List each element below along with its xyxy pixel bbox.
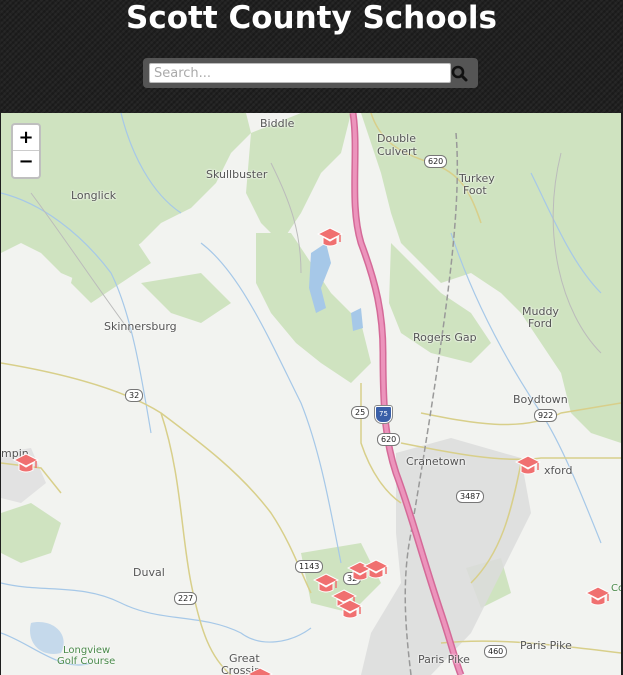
school-marker[interactable] <box>316 227 344 249</box>
route-shield: 922 <box>534 409 558 422</box>
interstate-shield: 75 <box>375 406 392 423</box>
graduation-cap-icon <box>246 667 274 675</box>
place-label: Ford <box>528 317 552 330</box>
place-label: Rogers Gap <box>413 331 477 344</box>
place-label: Cranetown <box>406 455 466 468</box>
place-label: Biddle <box>260 117 295 130</box>
graduation-cap-icon <box>316 227 344 247</box>
place-label: Double <box>377 132 416 145</box>
school-marker[interactable] <box>246 667 274 675</box>
graduation-cap-icon <box>514 455 542 475</box>
road-label: Paris Pike <box>520 639 572 652</box>
search-icon <box>451 65 468 82</box>
graduation-cap-icon <box>584 586 612 606</box>
school-marker[interactable] <box>514 455 542 477</box>
place-label: Foot <box>463 184 487 197</box>
place-label: Culvert <box>377 145 417 158</box>
graduation-cap-icon <box>12 453 40 473</box>
route-shield: 32 <box>125 389 144 402</box>
school-marker[interactable] <box>12 453 40 475</box>
place-label: Skinnersburg <box>104 320 177 333</box>
search-input[interactable] <box>149 63 451 83</box>
route-shield: 620 <box>377 433 401 446</box>
graduation-cap-icon <box>362 559 390 579</box>
road-label: Paris Pike <box>418 653 470 666</box>
route-shield: 25 <box>351 406 370 419</box>
graduation-cap-icon <box>336 599 364 619</box>
place-label: xford <box>544 464 573 477</box>
school-marker[interactable] <box>362 559 390 581</box>
route-shield: 620 <box>424 155 448 168</box>
search-bar <box>143 58 478 88</box>
zoom-control: + − <box>11 123 41 179</box>
place-label: Golf Course <box>57 656 116 667</box>
zoom-in-button[interactable]: + <box>13 125 39 151</box>
page-title: Scott County Schools <box>126 0 497 36</box>
school-marker[interactable] <box>584 586 612 608</box>
route-shield: 1143 <box>295 560 324 573</box>
route-shield: 3487 <box>456 490 485 503</box>
header: Scott County Schools <box>0 0 623 113</box>
place-label: Boydtown <box>513 393 568 406</box>
school-marker[interactable] <box>336 599 364 621</box>
zoom-out-button[interactable]: − <box>13 151 39 177</box>
place-label: Duval <box>133 566 165 579</box>
place-label: Skullbuster <box>206 168 268 181</box>
route-shield: 460 <box>484 645 508 658</box>
search-button[interactable] <box>448 62 472 84</box>
route-shield: 227 <box>174 592 198 605</box>
map[interactable]: + − Biddle Double Culvert Skullbuster Lo… <box>1 113 621 675</box>
place-label: Co <box>611 583 621 594</box>
place-label: Longlick <box>71 189 117 202</box>
